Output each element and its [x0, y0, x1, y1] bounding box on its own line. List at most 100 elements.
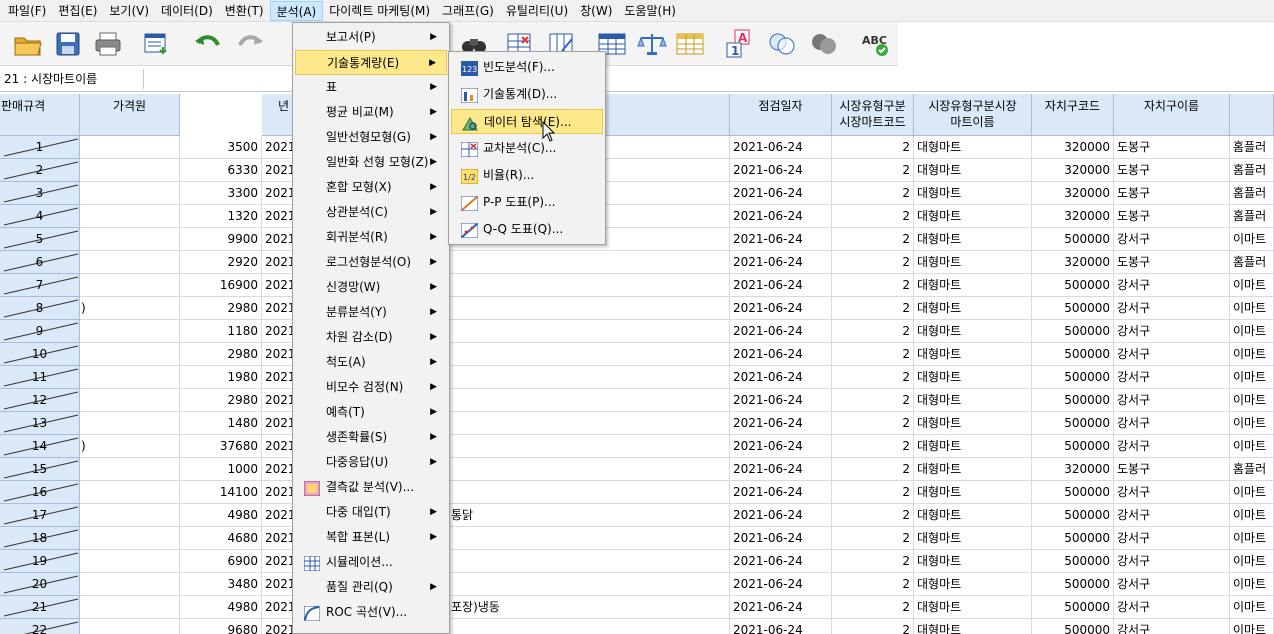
table-cell[interactable]: 이마트: [1230, 366, 1274, 389]
table-cell[interactable]: 대형마트: [914, 504, 1032, 527]
table-cell[interactable]: 500000: [1032, 297, 1114, 320]
row-header[interactable]: 6: [0, 251, 80, 274]
analyze-menu-item[interactable]: 회귀분석(R) ▶: [295, 225, 447, 250]
table-cell[interactable]: 9680: [180, 619, 262, 634]
table-cell[interactable]: 4980: [180, 504, 262, 527]
table-cell[interactable]: 500000: [1032, 596, 1114, 619]
table-cell[interactable]: 500000: [1032, 389, 1114, 412]
row-header[interactable]: 7: [0, 274, 80, 297]
menubar-item[interactable]: 유틸리티(U): [500, 1, 574, 21]
table-cell[interactable]: [80, 412, 180, 435]
table-cell[interactable]: 대형마트: [914, 412, 1032, 435]
row-header[interactable]: 1: [0, 136, 80, 159]
table-cell[interactable]: 2: [832, 274, 914, 297]
table-cell[interactable]: 대형마트: [914, 205, 1032, 228]
table-cell[interactable]: 홈플러: [1230, 159, 1274, 182]
analyze-menu-item[interactable]: 신경망(W) ▶: [295, 275, 447, 300]
table-cell[interactable]: 2: [832, 435, 914, 458]
column-header-mart-name[interactable]: [1230, 94, 1274, 136]
analyze-menu-item[interactable]: 기술통계량(E) ▶: [295, 50, 447, 75]
table-cell[interactable]: 대형마트: [914, 343, 1032, 366]
table-cell[interactable]: 2021-06-24: [730, 481, 832, 504]
table-cell[interactable]: 2: [832, 182, 914, 205]
row-header[interactable]: 22: [0, 619, 80, 634]
table-cell[interactable]: [80, 389, 180, 412]
table-cell[interactable]: 6900: [180, 550, 262, 573]
table-cell[interactable]: 14100: [180, 481, 262, 504]
table-cell[interactable]: 이마트: [1230, 550, 1274, 573]
table-cell[interactable]: 이마트: [1230, 228, 1274, 251]
table-cell[interactable]: 500000: [1032, 320, 1114, 343]
table-cell[interactable]: 2: [832, 251, 914, 274]
row-header[interactable]: 19: [0, 550, 80, 573]
analyze-menu-item[interactable]: 평균 비교(M) ▶: [295, 100, 447, 125]
table-cell[interactable]: [448, 527, 730, 550]
row-header[interactable]: 14: [0, 435, 80, 458]
table-cell[interactable]: 2: [832, 297, 914, 320]
descriptive-submenu-item[interactable]: 데이터 탐색(E)...: [451, 109, 603, 134]
row-header[interactable]: 12: [0, 389, 80, 412]
table-cell[interactable]: 2: [832, 159, 914, 182]
use-sets-icon[interactable]: [766, 30, 798, 58]
menubar-item[interactable]: 다이렉트 마케팅(M): [323, 1, 436, 21]
table-cell[interactable]: [80, 458, 180, 481]
table-cell[interactable]: 대형마트: [914, 136, 1032, 159]
table-cell[interactable]: 대형마트: [914, 389, 1032, 412]
table-cell[interactable]: 2021-06-24: [730, 389, 832, 412]
table-cell[interactable]: 이마트: [1230, 435, 1274, 458]
select-cases-icon[interactable]: [674, 30, 706, 58]
table-cell[interactable]: 대형마트: [914, 527, 1032, 550]
row-header[interactable]: 15: [0, 458, 80, 481]
table-cell[interactable]: 2021-06-24: [730, 182, 832, 205]
table-cell[interactable]: 2021-06-24: [730, 297, 832, 320]
table-cell[interactable]: 강서구: [1114, 619, 1230, 634]
table-cell[interactable]: 500000: [1032, 343, 1114, 366]
table-cell[interactable]: 320000: [1032, 136, 1114, 159]
table-cell[interactable]: 500000: [1032, 573, 1114, 596]
analyze-menu-item[interactable]: 척도(A) ▶: [295, 350, 447, 375]
goto-case-icon[interactable]: [282, 30, 292, 58]
table-cell[interactable]: 강서구: [1114, 297, 1230, 320]
column-header-gu-code[interactable]: 자치구코드: [1032, 94, 1114, 136]
table-cell[interactable]: 2980: [180, 389, 262, 412]
menubar-item[interactable]: 보기(V): [103, 1, 155, 21]
table-cell[interactable]: [80, 228, 180, 251]
save-icon[interactable]: [52, 30, 84, 58]
menubar-item[interactable]: 변환(T): [219, 1, 270, 21]
table-cell[interactable]: 2: [832, 412, 914, 435]
column-header-market-type-code[interactable]: 시장유형구분 시장마트코드: [832, 94, 914, 136]
menubar-item[interactable]: 데이터(D): [155, 1, 219, 21]
row-header[interactable]: 17: [0, 504, 80, 527]
table-cell[interactable]: [448, 458, 730, 481]
table-cell[interactable]: 2021-06-24: [730, 205, 832, 228]
descriptive-submenu-item[interactable]: 교차분석(C)...: [451, 136, 603, 161]
table-cell[interactable]: 2021-06-24: [730, 412, 832, 435]
analyze-menu-item[interactable]: ROC 곡선(V)...: [295, 600, 447, 625]
table-cell[interactable]: 2021-06-24: [730, 596, 832, 619]
table-cell[interactable]: 강서구: [1114, 389, 1230, 412]
table-cell[interactable]: 대형마트: [914, 573, 1032, 596]
table-cell[interactable]: 도봉구: [1114, 458, 1230, 481]
menubar-item[interactable]: 그래프(G): [436, 1, 500, 21]
table-cell[interactable]: 2021-06-24: [730, 159, 832, 182]
table-cell[interactable]: [80, 205, 180, 228]
table-cell[interactable]: [80, 527, 180, 550]
row-header[interactable]: 20: [0, 573, 80, 596]
table-cell[interactable]: 4680: [180, 527, 262, 550]
table-cell[interactable]: 37680: [180, 435, 262, 458]
table-cell[interactable]: 2: [832, 619, 914, 634]
table-cell[interactable]: 홈플러: [1230, 205, 1274, 228]
table-cell[interactable]: 2021-06-24: [730, 320, 832, 343]
row-header[interactable]: 21: [0, 596, 80, 619]
table-cell[interactable]: [448, 389, 730, 412]
table-cell[interactable]: 2: [832, 136, 914, 159]
redo-icon[interactable]: [234, 30, 266, 58]
column-header-market-type-name[interactable]: 시장유형구분시장 마트이름: [914, 94, 1032, 136]
table-cell[interactable]: [448, 251, 730, 274]
analyze-menu-item[interactable]: 보고서(P) ▶: [295, 25, 447, 50]
table-cell[interactable]: [448, 550, 730, 573]
descriptive-submenu-item[interactable]: P-P 도표(P)...: [451, 190, 603, 215]
table-cell[interactable]: 3300: [180, 182, 262, 205]
table-cell[interactable]: [448, 343, 730, 366]
table-cell[interactable]: 이마트: [1230, 412, 1274, 435]
